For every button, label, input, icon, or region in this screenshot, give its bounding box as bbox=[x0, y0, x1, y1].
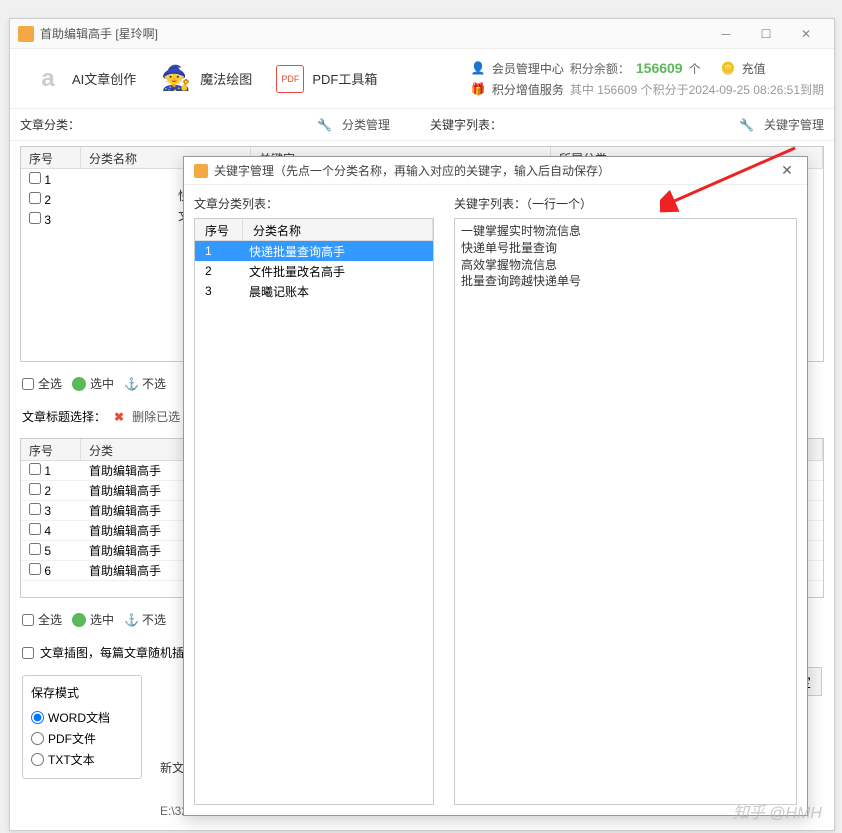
watermark: 知乎 @HMH bbox=[733, 799, 822, 823]
row-checkbox[interactable] bbox=[29, 503, 41, 515]
title-select-label: 文章标题选择： bbox=[22, 408, 106, 425]
titlebar: 首助编辑高手 [星玲啊] ─ ☐ ✕ bbox=[10, 19, 834, 49]
maximize-button[interactable]: ☐ bbox=[746, 20, 786, 48]
delete-icon: ✖ bbox=[114, 410, 124, 424]
close-button[interactable]: ✕ bbox=[786, 20, 826, 48]
col-seq: 序号 bbox=[21, 147, 81, 168]
select-all-checkbox[interactable]: 全选 bbox=[22, 611, 62, 628]
window-title: 首助编辑高手 [星玲啊] bbox=[40, 25, 158, 42]
pdf-tools-button[interactable]: PDF PDF工具箱 bbox=[264, 59, 389, 99]
recharge-link[interactable]: 充值 bbox=[742, 60, 766, 77]
ai-create-button[interactable]: a AI文章创作 bbox=[20, 57, 148, 101]
col-seq: 序号 bbox=[195, 219, 243, 240]
row-checkbox[interactable] bbox=[29, 212, 41, 224]
anchor-icon: ⚓ bbox=[124, 613, 138, 627]
category-list[interactable]: 序号 分类名称 1快递批量查询高手2文件批量改名高手3晨曦记账本 bbox=[194, 218, 434, 805]
keyword-textarea[interactable] bbox=[454, 218, 797, 805]
points-detail: 其中 156609 个积分于2024-09-25 08:26:51到期 bbox=[570, 81, 824, 98]
select-button[interactable]: 选中 bbox=[72, 611, 114, 628]
keyword-list-label: 关键字列表：（一行一个） bbox=[454, 195, 797, 212]
points-balance-value: 156609 bbox=[636, 60, 683, 76]
row-checkbox[interactable] bbox=[29, 563, 41, 575]
coins-icon: 🪙 bbox=[721, 61, 736, 75]
category-row[interactable]: 2文件批量改名高手 bbox=[195, 261, 433, 281]
member-center-link[interactable]: 会员管理中心 bbox=[492, 60, 564, 77]
row-checkbox[interactable] bbox=[29, 483, 41, 495]
unselect-button[interactable]: ⚓不选 bbox=[124, 611, 166, 628]
dialog-title: 关键字管理（先点一个分类名称，再输入对应的关键字，输入后自动保存） bbox=[214, 162, 610, 179]
points-balance-label: 积分余额： bbox=[570, 60, 630, 77]
check-icon bbox=[72, 377, 86, 391]
points-unit: 个 bbox=[689, 60, 701, 77]
app-icon bbox=[18, 26, 34, 42]
select-all-checkbox[interactable]: 全选 bbox=[22, 375, 62, 392]
radio-word[interactable]: WORD文档 bbox=[31, 707, 133, 728]
row-checkbox[interactable] bbox=[29, 523, 41, 535]
save-mode-title: 保存模式 bbox=[31, 684, 133, 701]
col-seq: 序号 bbox=[21, 439, 81, 460]
pdf-icon: PDF bbox=[276, 65, 304, 93]
select-button[interactable]: 选中 bbox=[72, 375, 114, 392]
magic-draw-button[interactable]: 🧙 魔法绘图 bbox=[148, 57, 264, 101]
radio-pdf[interactable]: PDF文件 bbox=[31, 728, 133, 749]
col-cat: 分类名称 bbox=[243, 219, 433, 240]
keyword-manage-dialog: 关键字管理（先点一个分类名称，再输入对应的关键字，输入后自动保存） ✕ 文章分类… bbox=[183, 156, 808, 816]
category-list-label: 文章分类列表： bbox=[194, 195, 434, 212]
points-service-link[interactable]: 积分增值服务 bbox=[492, 81, 564, 98]
dialog-close-button[interactable]: ✕ bbox=[777, 161, 797, 181]
row-checkbox[interactable] bbox=[29, 172, 41, 184]
row-checkbox[interactable] bbox=[29, 192, 41, 204]
check-icon bbox=[72, 613, 86, 627]
user-icon: 👤 bbox=[471, 61, 486, 75]
category-row[interactable]: 3晨曦记账本 bbox=[195, 281, 433, 301]
delete-selected-link[interactable]: 删除已选 bbox=[132, 408, 180, 425]
keyword-list-label: 关键字列表： bbox=[430, 116, 502, 133]
category-row[interactable]: 1快递批量查询高手 bbox=[195, 241, 433, 261]
filter-row: 文章分类： 🔧 分类管理 关键字列表： 🔧 关键字管理 bbox=[10, 109, 834, 141]
toolbar: a AI文章创作 🧙 魔法绘图 PDF PDF工具箱 👤 会员管理中心 积分余额… bbox=[10, 49, 834, 109]
ai-icon: a bbox=[32, 63, 64, 95]
gift-icon: 🎁 bbox=[471, 82, 486, 96]
keyword-manage-link[interactable]: 关键字管理 bbox=[764, 116, 824, 133]
insert-label: 文章插图，每篇文章随机插入 bbox=[40, 644, 196, 661]
row-checkbox[interactable] bbox=[29, 543, 41, 555]
insert-checkbox[interactable] bbox=[22, 647, 34, 659]
radio-txt[interactable]: TXT文本 bbox=[31, 749, 133, 770]
minimize-button[interactable]: ─ bbox=[706, 20, 746, 48]
category-manage-link[interactable]: 分类管理 bbox=[342, 116, 390, 133]
save-mode-group: 保存模式 WORD文档 PDF文件 TXT文本 bbox=[22, 675, 142, 779]
wizard-icon: 🧙 bbox=[160, 63, 192, 95]
wrench-icon: 🔧 bbox=[739, 118, 754, 132]
wrench-icon: 🔧 bbox=[317, 118, 332, 132]
row-checkbox[interactable] bbox=[29, 463, 41, 475]
dialog-icon bbox=[194, 164, 208, 178]
anchor-icon: ⚓ bbox=[124, 377, 138, 391]
unselect-button[interactable]: ⚓不选 bbox=[124, 375, 166, 392]
category-label: 文章分类： bbox=[20, 116, 80, 133]
